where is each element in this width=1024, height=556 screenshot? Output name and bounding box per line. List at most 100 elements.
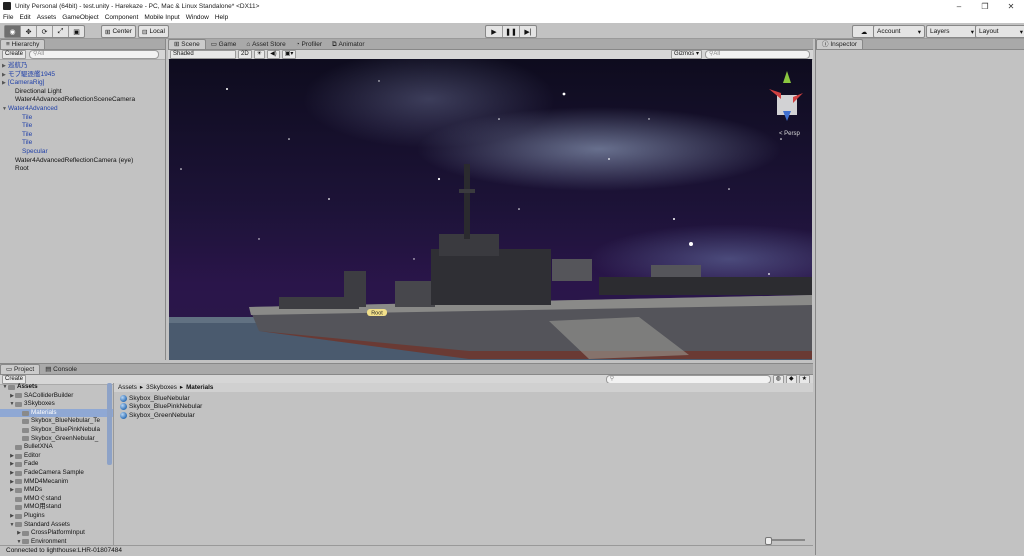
tab-project[interactable]: ▭ Project — [0, 364, 41, 374]
breadcrumb-3skyboxes[interactable]: 3Skyboxes — [146, 384, 177, 391]
tree-scrollbar[interactable] — [107, 383, 112, 465]
audio-toggle-icon[interactable]: ◀) — [267, 50, 280, 59]
project-folder-item[interactable]: ▼ Assets — [0, 383, 113, 392]
hierarchy-item[interactable]: ▼Water4Advanced — [0, 105, 165, 114]
project-folder-item[interactable]: Skybox_BluePinkNebula — [0, 426, 113, 435]
project-folder-item[interactable]: Materials — [0, 408, 113, 418]
project-folder-item[interactable]: BulletXNA — [0, 443, 113, 452]
tab-animator[interactable]: ⧉ Animator — [327, 40, 369, 49]
project-folder-label: MMO用stand — [24, 503, 62, 511]
scene-orientation-gizmo[interactable] — [769, 71, 803, 121]
project-folder-item[interactable]: ▶ CrossPlatformInput — [0, 529, 113, 538]
move-tool-icon[interactable]: ✥ — [21, 26, 37, 37]
tab-scene[interactable]: ⊞ Scene — [168, 39, 206, 49]
pivot-toggle-button[interactable]: ⊞ Center — [101, 25, 136, 38]
hierarchy-item[interactable]: Tile — [0, 122, 165, 131]
hierarchy-item-label: Directional Light — [15, 87, 62, 95]
file-item[interactable]: Skybox_BlueNebular — [120, 394, 807, 403]
status-bar: Connected to lighthouse:LHR-01807484 — [0, 545, 813, 555]
file-item[interactable]: Skybox_BluePinkNebular — [120, 403, 807, 412]
hierarchy-item[interactable]: Specular — [0, 148, 165, 157]
hierarchy-search-input[interactable]: ⚲All — [29, 50, 160, 59]
project-folder-item[interactable]: ▶ Plugins — [0, 512, 113, 521]
hierarchy-create-button[interactable]: Create — [2, 50, 27, 59]
folder-icon — [15, 401, 22, 407]
tab-inspector[interactable]: ⓘ Inspector — [816, 39, 864, 49]
maximize-button[interactable]: ❐ — [972, 2, 998, 11]
minimize-button[interactable]: – — [946, 2, 972, 11]
info-icon: ⓘ — [822, 41, 831, 48]
tab-asset-store[interactable]: ⌂ Asset Store — [241, 40, 290, 49]
project-folder-item[interactable]: Skybox_BlueNebular_Te — [0, 417, 113, 426]
hierarchy-item[interactable]: Water4AdvancedReflectionCamera (eye) — [0, 157, 165, 166]
project-folder-item[interactable]: Skybox_GreenNebular_ — [0, 435, 113, 444]
hierarchy-item[interactable]: Root — [0, 165, 165, 174]
hand-tool-icon[interactable]: ◉ — [5, 26, 21, 37]
tab-console[interactable]: ▤ Console — [40, 365, 82, 374]
project-folder-item[interactable]: ▶ MMD4Mecanim — [0, 478, 113, 487]
rotate-tool-icon[interactable]: ⟳ — [37, 26, 53, 37]
lighting-toggle-icon[interactable]: ☀ — [253, 50, 266, 59]
project-folder-label: Standard Assets — [24, 520, 70, 528]
hierarchy-item-label: Tile — [22, 139, 33, 147]
hierarchy-item[interactable]: Tile — [0, 131, 165, 140]
folder-icon — [22, 539, 29, 545]
menu-help[interactable]: Help — [215, 14, 228, 21]
hierarchy-item[interactable]: Tile — [0, 139, 165, 148]
menu-gameobject[interactable]: GameObject — [62, 14, 99, 21]
hierarchy-item[interactable]: Water4AdvancedReflectionSceneCamera — [0, 96, 165, 105]
layout-dropdown[interactable]: Layout ▾ — [975, 25, 1024, 38]
menu-file[interactable]: File — [3, 14, 13, 21]
scene-search-input[interactable]: ⚲All — [705, 50, 810, 59]
file-item[interactable]: Skybox_GreenNebular — [120, 411, 807, 420]
shading-mode-dropdown[interactable]: Shaded — [170, 50, 236, 59]
hierarchy-item[interactable]: ▶ [CameraRig] — [0, 79, 165, 88]
menu-assets[interactable]: Assets — [37, 14, 57, 21]
project-folder-label: Skybox_BluePinkNebula — [31, 425, 100, 433]
close-button[interactable]: ✕ — [998, 2, 1024, 11]
step-icon[interactable]: ▶| — [520, 26, 536, 37]
project-folder-item[interactable]: ▼ 3Skyboxes — [0, 400, 113, 409]
project-folder-item[interactable]: MMO用stand — [0, 503, 113, 512]
effects-toggle-icon[interactable]: ▣▾ — [281, 50, 297, 59]
scale-tool-icon[interactable]: ⤢ — [53, 26, 69, 37]
project-folder-item[interactable]: ▶ SAColliderBuilder — [0, 392, 113, 401]
2d-toggle-button[interactable]: 2D — [238, 50, 252, 59]
project-folder-item[interactable]: ▶ MMDs — [0, 486, 113, 495]
scene-viewport[interactable]: Root < Persp — [169, 59, 812, 360]
tab-hierarchy[interactable]: ≡ Hierarchy — [0, 39, 46, 49]
persp-label[interactable]: < Persp — [779, 131, 801, 137]
folder-icon — [15, 513, 22, 519]
menu-window[interactable]: Window — [186, 14, 209, 21]
project-folder-item[interactable]: ▶ Editor — [0, 452, 113, 461]
layers-dropdown[interactable]: Layers ▾ — [926, 25, 978, 38]
rect-tool-icon[interactable]: ▣ — [69, 26, 84, 37]
breadcrumb-materials[interactable]: Materials — [186, 384, 213, 391]
hierarchy-item[interactable]: ▶ 巡航乃 — [0, 62, 165, 71]
hierarchy-item[interactable]: Tile — [0, 114, 165, 123]
gizmos-dropdown[interactable]: Gizmos ▾ — [670, 50, 702, 59]
icon-size-slider[interactable] — [765, 537, 805, 545]
project-folder-item[interactable]: ▶ FadeCamera Sample — [0, 469, 113, 478]
account-dropdown[interactable]: Account ▾ — [873, 25, 925, 38]
space-toggle-button[interactable]: ⊟ Local — [138, 25, 169, 38]
menu-component[interactable]: Component — [105, 14, 139, 21]
folder-icon — [15, 470, 22, 476]
project-folder-item[interactable]: ▼ Standard Assets — [0, 521, 113, 530]
folder-icon — [22, 427, 29, 433]
pivot-icon: ⊞ — [105, 28, 111, 36]
breadcrumb-assets[interactable]: Assets — [118, 384, 137, 391]
project-folder-label: MMD4Mecanim — [24, 477, 69, 485]
pause-icon[interactable]: ❚❚ — [503, 26, 520, 37]
project-folder-item[interactable]: ▶ Fade — [0, 460, 113, 469]
project-folder-label: SAColliderBuilder — [24, 391, 74, 399]
play-icon[interactable]: ▶ — [486, 26, 503, 37]
hierarchy-item[interactable]: ▶ モブ駆逐艦1945 — [0, 71, 165, 80]
slider-thumb[interactable] — [765, 537, 772, 545]
menu-mobile-input[interactable]: Mobile Input — [144, 14, 179, 21]
folder-icon: ▭ — [6, 366, 14, 373]
menu-edit[interactable]: Edit — [19, 14, 30, 21]
tab-game[interactable]: ▭ Game — [206, 40, 242, 49]
tab-profiler[interactable]: ◔ Profiler — [291, 40, 327, 49]
hierarchy-item[interactable]: Directional Light — [0, 88, 165, 97]
